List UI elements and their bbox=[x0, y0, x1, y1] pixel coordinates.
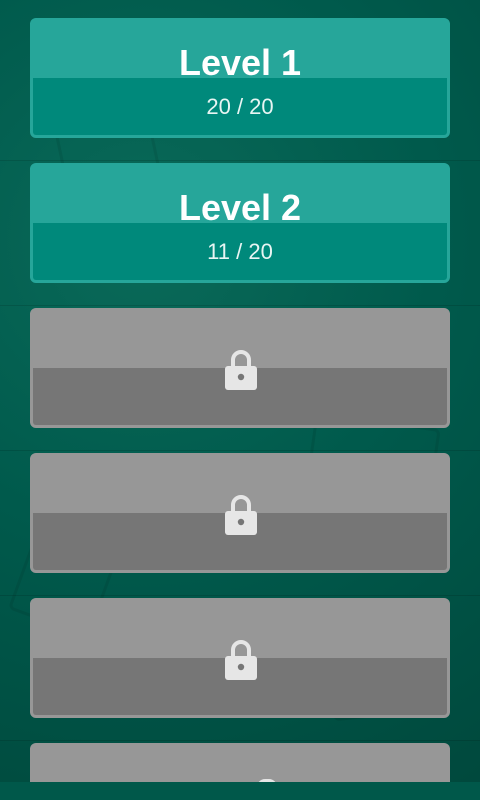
level-progress: 20 / 20 bbox=[206, 94, 274, 119]
level-1-button[interactable]: Level 1 20 / 20 bbox=[30, 18, 450, 138]
bottom-edge bbox=[0, 782, 480, 800]
level-list: Level 1 20 / 20 Level 2 11 / 20 bbox=[30, 18, 450, 743]
level-2-button[interactable]: Level 2 11 / 20 bbox=[30, 163, 450, 283]
level-6-locked-button[interactable] bbox=[30, 743, 450, 783]
lock-icon bbox=[225, 350, 257, 390]
level-5-locked-button[interactable] bbox=[30, 598, 450, 718]
lock-icon bbox=[225, 495, 257, 535]
level-title: Level 1 bbox=[178, 42, 302, 83]
level-title: Level 2 bbox=[178, 187, 302, 228]
level-select-screen: Level 1 20 / 20 Level 2 11 / 20 bbox=[0, 0, 480, 800]
lock-icon bbox=[225, 640, 257, 680]
level-progress: 11 / 20 bbox=[207, 239, 273, 264]
level-4-locked-button[interactable] bbox=[30, 453, 450, 573]
level-3-locked-button[interactable] bbox=[30, 308, 450, 428]
